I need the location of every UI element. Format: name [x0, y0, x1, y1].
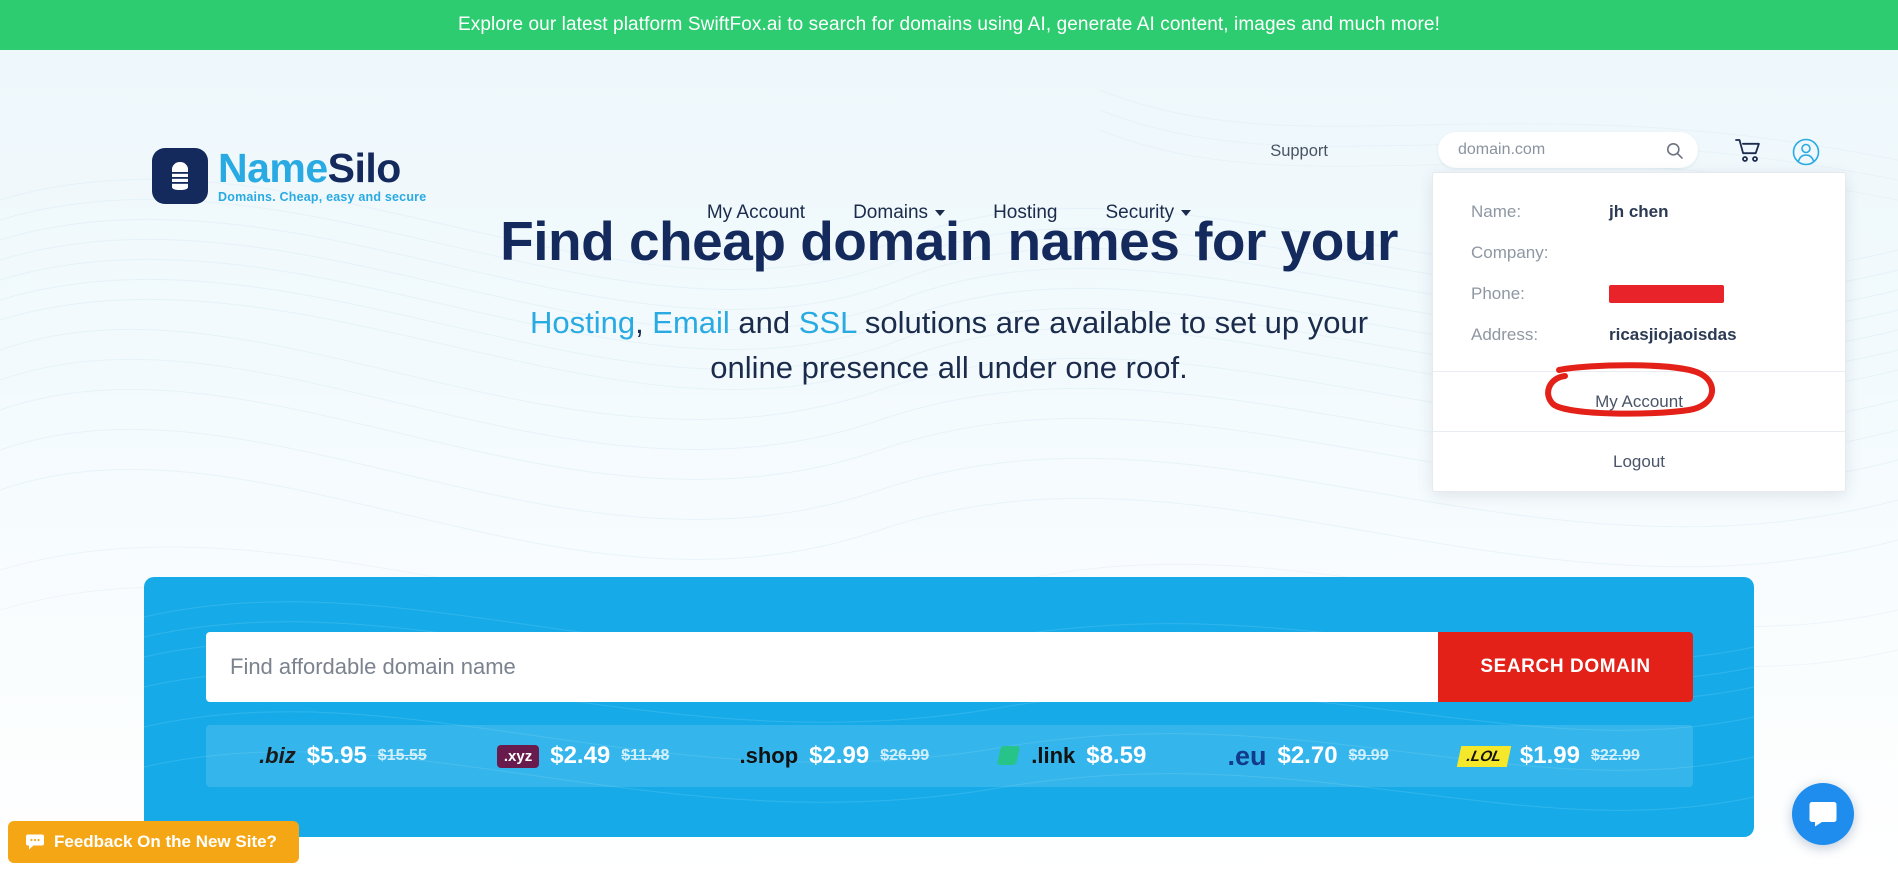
hero-sub-mid: and: [729, 305, 799, 341]
nav-item-security[interactable]: Security: [1105, 202, 1192, 224]
tld-price: $2.70: [1277, 742, 1338, 769]
tld-old-price: $22.99: [1590, 747, 1640, 764]
domain-search-panel: SEARCH DOMAIN .biz $5.95 $15.55 .xyz $2.…: [144, 577, 1754, 837]
search-icon[interactable]: [1665, 141, 1684, 160]
feedback-button-label: Feedback On the New Site?: [54, 832, 277, 851]
account-info-label: Phone:: [1471, 283, 1525, 303]
panel-wave-decoration: [144, 601, 1754, 811]
account-info-label: Address:: [1471, 324, 1539, 344]
chat-bubble-icon: [26, 834, 44, 850]
tld-name: .LOL: [1456, 745, 1512, 767]
nav-label: My Account: [706, 202, 806, 223]
logo-word-silo: Silo: [327, 145, 402, 192]
tld-item-eu[interactable]: .eu $2.70 $9.99: [1227, 741, 1388, 772]
shopping-cart-icon[interactable]: [1735, 138, 1763, 164]
nav-label: Security: [1105, 202, 1175, 223]
chat-launcher-button[interactable]: [1792, 783, 1854, 845]
tld-name: .shop: [739, 743, 799, 768]
nav-item-my-account[interactable]: My Account: [707, 202, 805, 224]
account-info-list: Name: jh chen Company: Phone: Address: r…: [1433, 173, 1845, 371]
promo-banner-text: Explore our latest platform SwiftFox.ai …: [458, 14, 1440, 35]
tld-old-price: $26.99: [880, 747, 930, 764]
feedback-button[interactable]: Feedback On the New Site?: [8, 821, 299, 863]
account-info-value: jh chen: [1609, 201, 1669, 221]
account-info-label: Company:: [1471, 242, 1549, 262]
hero-sub-rest: solutions are available to set up your: [856, 305, 1369, 341]
dropdown-logout-label: Logout: [1613, 451, 1665, 471]
account-info-row-address: Address: ricasjiojaoisdas: [1433, 314, 1845, 355]
hero-link-ssl[interactable]: SSL: [799, 305, 856, 340]
account-info-value: ricasjiojaoisdas: [1609, 324, 1737, 344]
tld-old-price: $9.99: [1348, 747, 1389, 764]
intercom-chat-icon: [1809, 802, 1837, 827]
domain-search-input[interactable]: [206, 632, 1438, 702]
tld-price: $8.59: [1086, 742, 1147, 769]
namesilo-mark-icon: [152, 148, 208, 204]
tld-name: .eu: [1227, 740, 1267, 771]
hero-link-email[interactable]: Email: [652, 305, 730, 340]
nav-item-hosting[interactable]: Hosting: [993, 202, 1057, 224]
phone-redaction-mark: [1609, 284, 1724, 303]
account-info-row-phone: Phone:: [1433, 273, 1845, 314]
logo-word-name: Name: [218, 145, 328, 192]
chevron-down-icon: [935, 210, 946, 216]
dropdown-my-account-label: My Account: [1595, 391, 1683, 411]
logo-text: NameSilo Domains. Cheap, easy and secure: [218, 148, 426, 204]
tld-price: $5.95: [306, 742, 367, 769]
nav-label: Domains: [853, 202, 929, 223]
tld-name: .xyz: [496, 744, 540, 768]
hero-sub-sep: ,: [635, 305, 653, 341]
tld-price-strip: .biz $5.95 $15.55 .xyz $2.49 $11.48 .sho…: [206, 725, 1693, 787]
user-account-button[interactable]: [1792, 138, 1820, 171]
tld-item-lol[interactable]: .LOL $1.99 $22.99: [1456, 742, 1640, 770]
cart-button[interactable]: [1735, 138, 1763, 169]
link-tld-glyph-icon: [997, 745, 1021, 767]
nav-item-domains[interactable]: Domains: [853, 202, 946, 224]
hero-link-hosting[interactable]: Hosting: [530, 305, 635, 340]
account-dropdown-panel: Name: jh chen Company: Phone: Address: r…: [1432, 172, 1846, 492]
tld-price: $2.99: [809, 742, 870, 769]
tld-old-price: $11.48: [621, 747, 670, 764]
search-domain-button[interactable]: SEARCH DOMAIN: [1438, 632, 1693, 702]
chevron-down-icon: [1181, 210, 1192, 216]
tld-name: .link: [1031, 743, 1076, 768]
database-silo-icon: [172, 162, 188, 190]
account-info-row-name: Name: jh chen: [1433, 191, 1845, 232]
header-search-box[interactable]: [1438, 132, 1698, 168]
account-info-label: Name:: [1471, 201, 1522, 221]
tld-price: $2.49: [550, 742, 611, 769]
nav-label: Hosting: [993, 202, 1058, 223]
promo-banner[interactable]: Explore our latest platform SwiftFox.ai …: [0, 0, 1898, 50]
logo-tagline: Domains. Cheap, easy and secure: [218, 190, 427, 205]
tld-old-price: $15.55: [377, 747, 427, 764]
site-header: NameSilo Domains. Cheap, easy and secure…: [0, 50, 1898, 204]
account-info-row-company: Company:: [1433, 232, 1845, 273]
dropdown-my-account-item[interactable]: My Account: [1433, 362, 1845, 431]
tld-item-biz[interactable]: .biz $5.95 $15.55: [259, 742, 427, 770]
tld-price: $1.99: [1519, 742, 1580, 769]
tld-name: .biz: [259, 743, 296, 768]
page-body: NameSilo Domains. Cheap, easy and secure…: [0, 50, 1898, 873]
site-logo[interactable]: NameSilo Domains. Cheap, easy and secure: [152, 148, 426, 204]
domain-search-row: SEARCH DOMAIN: [206, 632, 1693, 702]
logo-wordmark: NameSilo: [218, 148, 426, 189]
user-circle-icon[interactable]: [1792, 138, 1820, 166]
tld-item-xyz[interactable]: .xyz $2.49 $11.48: [496, 742, 670, 770]
header-search-input[interactable]: [1458, 141, 1665, 159]
tld-item-shop[interactable]: .shop $2.99 $26.99: [739, 742, 929, 770]
support-link[interactable]: Support: [1270, 142, 1328, 161]
tld-item-link[interactable]: .link $8.59: [997, 742, 1157, 770]
dropdown-logout-item[interactable]: Logout: [1433, 431, 1845, 491]
